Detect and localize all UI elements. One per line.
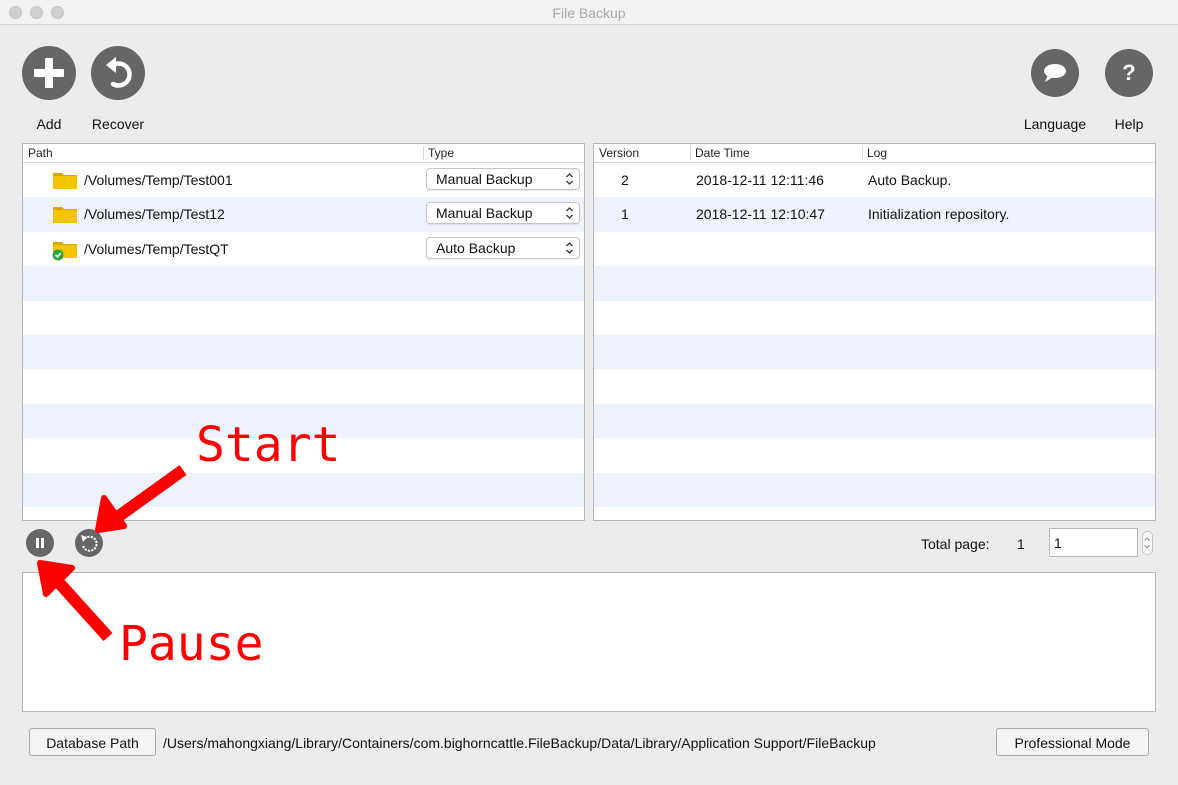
start-annotation: Start (196, 417, 341, 473)
versions-table-header: Version Date Time Log (594, 144, 1155, 163)
pause-annotation: Pause (119, 616, 264, 672)
table-row[interactable]: 1 2018-12-11 12:10:47 Initialization rep… (594, 197, 1155, 232)
page-number-value: 1 (1054, 535, 1062, 551)
backup-type-select[interactable]: Auto Backup (426, 236, 580, 259)
database-path-text: /Users/mahongxiang/Library/Containers/co… (163, 735, 876, 751)
version-log: Auto Backup. (868, 172, 952, 188)
recover-label: Recover (91, 116, 145, 132)
chevron-updown-icon (566, 207, 573, 220)
chevron-updown-icon (566, 173, 573, 185)
versions-table: Version Date Time Log 2 2018-12-11 12:11… (593, 143, 1156, 521)
help-button[interactable]: ? (1105, 49, 1153, 97)
add-button[interactable] (22, 46, 76, 100)
empty-row (594, 335, 1155, 370)
version-number: 1 (621, 206, 629, 223)
page-number-input[interactable]: 1 (1049, 528, 1138, 557)
help-label: Help (1114, 116, 1144, 132)
language-label: Language (1023, 116, 1087, 132)
language-button[interactable] (1031, 49, 1079, 97)
start-button[interactable] (75, 529, 103, 557)
pause-icon (36, 538, 44, 548)
empty-row (23, 266, 584, 301)
table-row[interactable]: /Volumes/Temp/TestQT Auto Backup (23, 232, 584, 266)
empty-row (594, 266, 1155, 301)
version-datetime: 2018-12-11 12:10:47 (696, 206, 825, 223)
undo-arrow-icon (106, 57, 132, 88)
version-log: Initialization repository. (868, 206, 1010, 223)
total-page-value: 1 (1017, 536, 1025, 552)
folder-path: /Volumes/Temp/Test001 (84, 172, 233, 188)
folder-path: /Volumes/Temp/Test12 (84, 206, 225, 223)
backup-type-value: Manual Backup (436, 205, 533, 222)
pause-button[interactable] (26, 529, 54, 557)
column-header-path[interactable]: Path (24, 146, 53, 163)
database-path-button[interactable]: Database Path (29, 728, 156, 756)
column-header-type[interactable]: Type (424, 146, 454, 163)
version-datetime: 2018-12-11 12:11:46 (696, 172, 824, 188)
column-header-log[interactable]: Log (863, 146, 887, 163)
empty-row (23, 472, 584, 507)
speech-bubble-icon (1044, 64, 1066, 82)
folders-table-header: Path Type (23, 144, 584, 163)
refresh-icon (81, 535, 98, 552)
table-row[interactable]: 2 2018-12-11 12:11:46 Auto Backup. (594, 163, 1155, 197)
svg-text:?: ? (1122, 60, 1135, 85)
professional-mode-button[interactable]: Professional Mode (996, 728, 1149, 756)
title-bar: File Backup (0, 0, 1178, 25)
backup-type-select[interactable]: Manual Backup (426, 202, 580, 225)
add-label: Add (36, 116, 62, 132)
column-header-version[interactable]: Version (595, 146, 639, 163)
folder-path: /Volumes/Temp/TestQT (84, 240, 229, 257)
backup-type-value: Manual Backup (436, 171, 533, 187)
folder-check-icon (52, 241, 77, 261)
total-page-label: Total page: (921, 536, 990, 552)
chevron-updown-icon (566, 241, 573, 254)
chevron-updown-icon (1144, 537, 1150, 549)
folder-icon (53, 207, 77, 224)
recover-button[interactable] (91, 46, 145, 100)
version-number: 2 (621, 172, 629, 188)
plus-icon (34, 58, 64, 88)
empty-row (23, 335, 584, 370)
column-header-datetime[interactable]: Date Time (691, 146, 750, 163)
empty-row (594, 403, 1155, 439)
window-title: File Backup (552, 5, 626, 21)
table-row[interactable]: /Volumes/Temp/Test12 Manual Backup (23, 197, 584, 232)
backup-type-value: Auto Backup (436, 239, 516, 256)
page-stepper[interactable] (1142, 531, 1153, 555)
backup-type-select[interactable]: Manual Backup (426, 168, 580, 190)
question-mark-icon: ? (1122, 60, 1135, 85)
empty-row (594, 472, 1155, 507)
versions-table-body: 2 2018-12-11 12:11:46 Auto Backup. 1 201… (594, 163, 1155, 520)
table-row[interactable]: /Volumes/Temp/Test001 Manual Backup (23, 163, 584, 197)
folder-icon (53, 173, 77, 189)
